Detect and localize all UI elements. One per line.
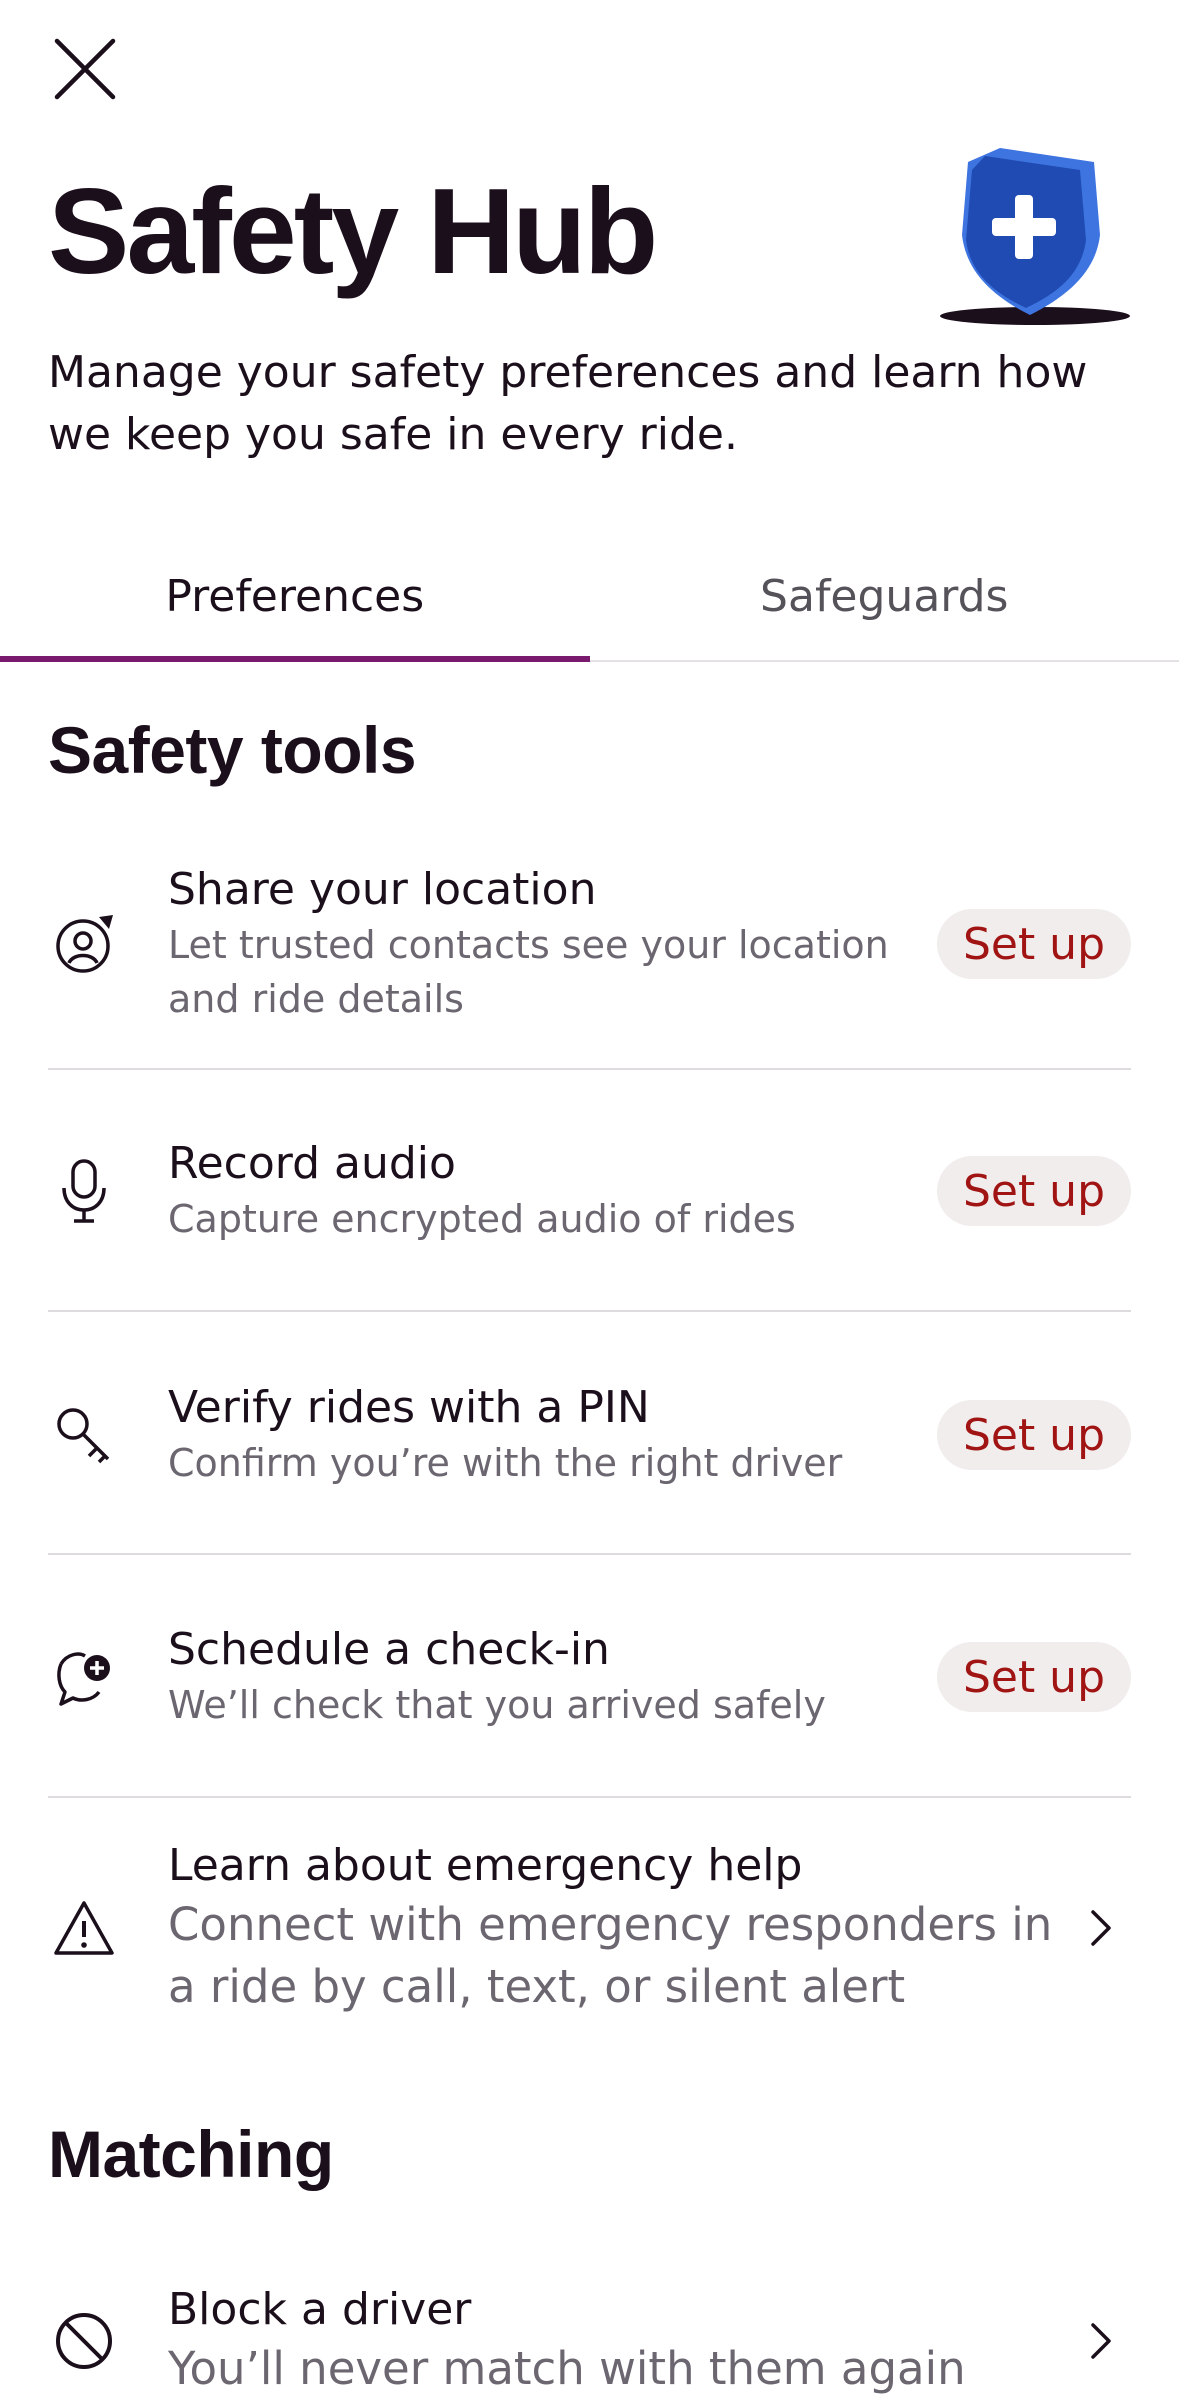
item-description: Capture encrypted audio of rides	[168, 1197, 796, 1241]
item-title: Share your location	[168, 864, 597, 915]
item-description: You’ll never match with them again	[168, 2342, 966, 2395]
close-button[interactable]	[50, 34, 120, 104]
item-description: Confirm you’re with the right driver	[168, 1441, 843, 1485]
item-title: Record audio	[168, 1138, 456, 1189]
tab-safeguards[interactable]: Safeguards	[590, 532, 1179, 660]
setup-button[interactable]: Set up	[936, 1156, 1131, 1226]
key-icon	[48, 1399, 120, 1471]
item-description: Connect with emergency responders in a r…	[168, 1898, 1053, 2013]
list-item-verify-pin[interactable]: Verify rides with a PIN Confirm you’re w…	[48, 1380, 1131, 1490]
tab-bar: Preferences Safeguards	[0, 532, 1179, 662]
list-item-schedule-check-in[interactable]: Schedule a check-in We’ll check that you…	[48, 1622, 1131, 1732]
check-in-bubble-icon	[48, 1641, 120, 1713]
divider	[48, 1553, 1131, 1555]
list-item-record-audio[interactable]: Record audio Capture encrypted audio of …	[48, 1136, 1131, 1246]
setup-button[interactable]: Set up	[936, 1400, 1131, 1470]
divider	[48, 1310, 1131, 1312]
setup-button[interactable]: Set up	[936, 1642, 1131, 1712]
list-item-share-location[interactable]: Share your location Let trusted contacts…	[48, 862, 1131, 1026]
shield-plus-icon	[930, 140, 1130, 330]
block-icon	[48, 2305, 120, 2377]
page-subtitle: Manage your safety preferences and learn…	[48, 347, 1088, 460]
chevron-right-icon	[1071, 1898, 1131, 1958]
divider	[48, 1796, 1131, 1798]
setup-button[interactable]: Set up	[936, 909, 1131, 979]
microphone-icon	[48, 1155, 120, 1227]
item-title: Learn about emergency help	[168, 1840, 803, 1891]
divider	[48, 1068, 1131, 1070]
chevron-right-icon	[1071, 2311, 1131, 2371]
section-title-safety-tools: Safety tools	[48, 713, 417, 787]
list-item-block-driver[interactable]: Block a driver You’ll never match with t…	[48, 2282, 1131, 2396]
item-description: We’ll check that you arrived safely	[168, 1683, 826, 1727]
section-title-matching: Matching	[48, 2117, 334, 2191]
warning-triangle-icon	[48, 1892, 120, 1964]
item-title: Verify rides with a PIN	[168, 1382, 650, 1433]
tab-preferences[interactable]: Preferences	[0, 532, 590, 662]
item-title: Schedule a check-in	[168, 1624, 610, 1675]
close-icon	[54, 38, 116, 100]
item-description: Let trusted contacts see your location a…	[168, 923, 889, 1021]
list-item-emergency-help[interactable]: Learn about emergency help Connect with …	[48, 1838, 1131, 2018]
item-title: Block a driver	[168, 2284, 472, 2335]
location-share-icon	[48, 908, 120, 980]
